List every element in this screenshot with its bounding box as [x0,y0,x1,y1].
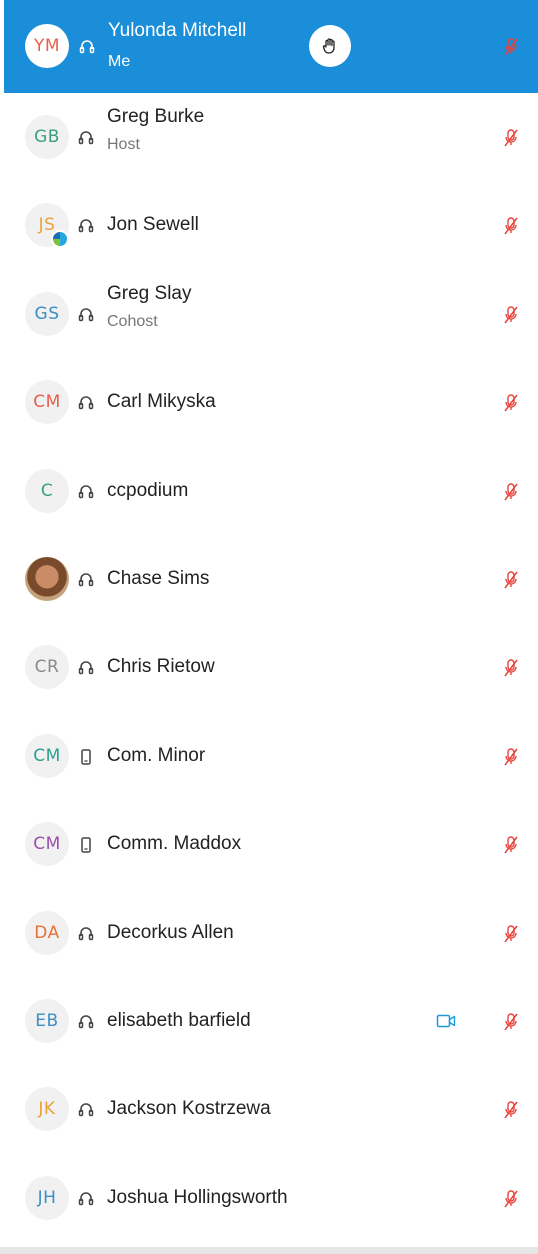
raised-hand-icon[interactable] [309,25,351,67]
avatar: CR [25,645,69,690]
participant-row[interactable]: YM Yulonda Mitchell Me [4,0,538,93]
scrollbar-track[interactable] [0,1247,538,1254]
participant-name: Yulonda Mitchell [108,20,247,41]
headset-icon [76,1100,96,1120]
avatar: EB [25,998,69,1043]
participant-row[interactable]: GS Greg Slay Cohost [0,270,538,358]
headset-icon [76,658,96,678]
avatar: GB [25,115,69,159]
app-badge-icon [51,230,69,249]
mic-muted-icon[interactable] [503,1012,519,1032]
participants-list: YM Yulonda Mitchell Me GB Greg Burke Host JS Jo… [0,0,538,1242]
avatar: CM [25,733,69,778]
mic-muted-icon[interactable] [503,1100,519,1120]
mic-muted-icon[interactable] [503,393,519,413]
mic-muted-icon[interactable] [503,924,519,944]
headset-icon [76,1189,96,1209]
participant-name: Com. Minor [107,744,206,766]
headset-icon [76,305,96,325]
avatar: CM [25,380,69,425]
participant-role: Cohost [107,312,158,330]
participant-name: Comm. Maddox [107,833,242,855]
mic-muted-icon[interactable] [503,570,519,590]
mic-muted-icon[interactable] [503,835,519,855]
avatar: JK [25,1087,69,1132]
participant-row[interactable]: EB elisabeth barfield [0,977,538,1065]
participant-row[interactable]: JS Jon Sewell [0,181,538,269]
participant-name: Greg Burke [107,106,205,127]
headset-icon [76,128,96,148]
participant-name: Jon Sewell [107,214,199,236]
participant-role: Me [108,53,131,70]
mic-muted-icon[interactable] [503,747,519,767]
headset-icon [76,924,96,944]
avatar-photo [25,556,69,601]
mic-muted-icon[interactable] [503,482,519,502]
participant-row[interactable]: DA Decorkus Allen [0,889,538,977]
mic-muted-icon[interactable] [503,37,519,57]
participant-name: Joshua Hollingsworth [107,1186,288,1208]
headset-icon [76,570,96,590]
avatar: CM [25,822,69,867]
mic-muted-icon[interactable] [503,1189,519,1209]
avatar: JH [25,1175,69,1220]
phone-icon [76,835,96,855]
headset-icon [76,482,96,502]
participant-row[interactable]: CM Comm. Maddox [0,800,538,888]
participant-row[interactable]: Chase Sims [0,535,538,623]
participant-name: ccpodium [107,479,189,501]
participant-row[interactable]: JK Jackson Kostrzewa [0,1065,538,1153]
participant-row[interactable]: JH Joshua Hollingsworth [0,1154,538,1242]
mic-muted-icon[interactable] [503,128,519,148]
mic-muted-icon[interactable] [503,305,519,325]
participant-row[interactable]: Cccpodium [0,447,538,535]
avatar: DA [25,910,69,955]
participant-row[interactable]: CR Chris Rietow [0,623,538,711]
participant-row[interactable]: GB Greg Burke Host [0,93,538,181]
participant-name: Chris Rietow [107,656,215,678]
participant-name: Decorkus Allen [107,921,234,943]
headset-icon [77,37,97,57]
headset-icon [76,393,96,413]
participant-role: Host [107,136,140,153]
participant-name: Jackson Kostrzewa [107,1098,271,1120]
headset-icon [76,216,96,236]
participant-row[interactable]: CM Carl Mikyska [0,358,538,446]
participant-name: elisabeth barfield [107,1009,251,1031]
participant-row[interactable]: CM Com. Minor [0,712,538,800]
avatar: YM [25,24,69,68]
avatar: GS [25,291,69,336]
mic-muted-icon[interactable] [503,658,519,678]
phone-icon [76,747,96,767]
mic-muted-icon[interactable] [503,216,519,236]
headset-icon [76,1012,96,1032]
video-camera-icon [436,1013,456,1029]
participant-name: Carl Mikyska [107,391,216,413]
participant-name: Chase Sims [107,567,210,589]
avatar: C [25,468,69,513]
participant-name: Greg Slay [107,282,192,304]
